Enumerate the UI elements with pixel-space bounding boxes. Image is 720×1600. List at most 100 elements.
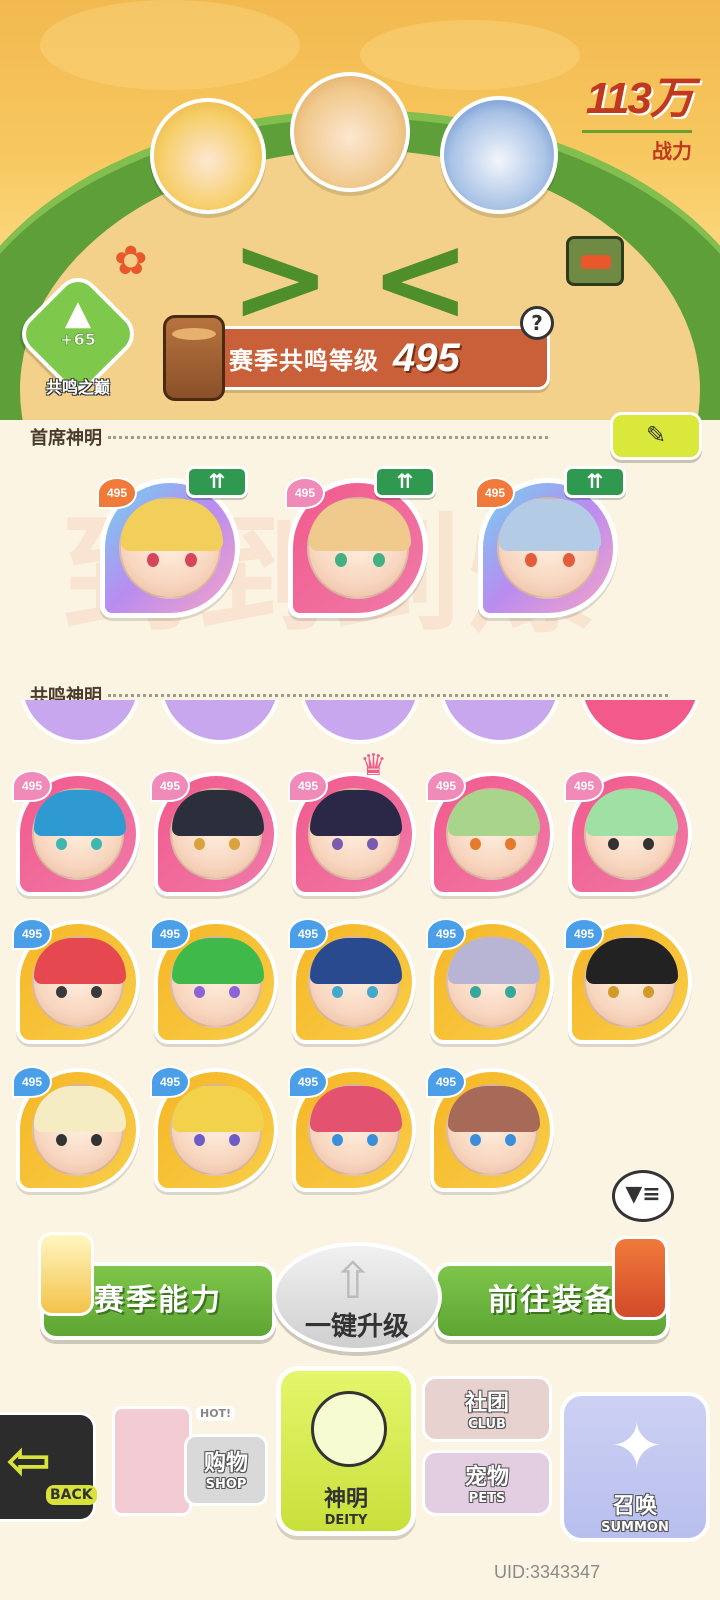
character-sprite-2[interactable] [290, 72, 410, 192]
hero-eyes [194, 986, 240, 998]
nav-deity[interactable]: 神明 DEITY [276, 1366, 416, 1536]
hero-level-badge: 495 [426, 1066, 466, 1098]
double-up-arrow-icon[interactable]: ⇈ [374, 466, 436, 498]
hero-eyes [608, 986, 654, 998]
character-sprite-1[interactable] [150, 98, 266, 214]
hero-eye [56, 986, 67, 998]
hero-level-badge: 495 [12, 1066, 52, 1098]
hero-eye [470, 838, 481, 850]
resonance-hero-card[interactable]: 495 [150, 1066, 278, 1192]
hero-eye [229, 838, 240, 850]
hero-hair [172, 790, 264, 836]
filter-icon[interactable]: ▼≡ [612, 1170, 674, 1222]
resonance-hero-card[interactable]: 495 [288, 1066, 416, 1192]
hero-eyes [147, 553, 197, 567]
hero-eye [643, 838, 654, 850]
peak-bonus: +65 [60, 330, 96, 350]
resonance-hero-card[interactable]: 495 [12, 770, 140, 896]
hero-eyes [470, 1134, 516, 1146]
chief-hero-card[interactable]: 495 [285, 477, 428, 618]
resonance-hero-card[interactable]: 495 [426, 1066, 554, 1192]
hero-portrait [446, 1084, 540, 1176]
hero-eye [505, 838, 516, 850]
hero-eye [56, 1134, 67, 1146]
chief-hero-card[interactable]: 495 [97, 477, 240, 618]
hero-portrait [170, 1084, 264, 1176]
hero-eye [185, 553, 197, 567]
hero-level-badge: 495 [150, 918, 190, 950]
hero-hair [310, 790, 402, 836]
hero-eyes [194, 1134, 240, 1146]
grid-card-partial[interactable] [298, 700, 422, 744]
hero-eyes [525, 553, 575, 567]
resonance-hero-card[interactable]: 495 [12, 918, 140, 1044]
one-click-upgrade-button[interactable]: ⇧ 一键升级 [272, 1242, 442, 1352]
resonance-hero-card[interactable]: 495 [426, 770, 554, 896]
section-chief-header: 首席神明 [30, 424, 548, 450]
hero-eyes [332, 838, 378, 850]
nav-club[interactable]: 社团 CLUB [422, 1376, 552, 1442]
hero-eye [229, 1134, 240, 1146]
user-id: UID:3343347 [494, 1562, 601, 1582]
chest-icon[interactable] [566, 236, 624, 286]
scrolled-row [0, 700, 720, 746]
chief-hero-card[interactable]: 495 [475, 477, 618, 618]
pets-label-en: PETS [468, 1491, 506, 1506]
hero-eyes [56, 1134, 102, 1146]
resonance-hero-card[interactable]: 495 [288, 918, 416, 1044]
hero-hair [34, 790, 126, 836]
resonance-hero-card[interactable]: 495 [12, 1066, 140, 1192]
character-sprite-3[interactable] [440, 96, 558, 214]
vending-machine-icon [112, 1406, 192, 1516]
hero-eye [332, 838, 343, 850]
hero-level-badge: 495 [475, 477, 515, 509]
hero-hair [586, 938, 678, 984]
dotted-divider [108, 435, 548, 439]
hero-eyes [332, 1134, 378, 1146]
mountain-icon: ▲ [64, 293, 92, 333]
hero-eye [505, 1134, 516, 1146]
shop-label-en: SHOP [205, 1477, 247, 1492]
resonance-hero-card[interactable]: 495 [150, 918, 278, 1044]
resonance-hero-card[interactable]: 495 [564, 918, 692, 1044]
club-label-cn: 社团 [464, 1391, 509, 1416]
double-up-arrow-icon[interactable]: ⇈ [564, 466, 626, 498]
hero-portrait [307, 497, 411, 599]
hero-hair [448, 790, 540, 836]
question-icon[interactable]: ? [520, 306, 554, 340]
hero-portrait [170, 788, 264, 880]
resonance-hero-card[interactable]: 495 [288, 770, 416, 896]
hero-eyes [56, 838, 102, 850]
season-resonance-level[interactable]: 赛季共鸣等级 495 [163, 315, 550, 401]
hero-level-badge: 495 [97, 477, 137, 509]
club-label-en: CLUB [468, 1417, 506, 1432]
path-arrow: > [230, 210, 331, 349]
grid-card-partial[interactable] [158, 700, 282, 744]
hero-eyes [332, 986, 378, 998]
hero-hair [34, 938, 126, 984]
summon-label-cn: 召唤 [612, 1494, 657, 1519]
nav-pets[interactable]: 宠物 PETS [422, 1450, 552, 1516]
nav-summon[interactable]: ✦ 召唤 SUMMON [560, 1392, 710, 1542]
hero-hair [448, 938, 540, 984]
grid-card-partial[interactable] [438, 700, 562, 744]
go-equip-label: 前往装备 [488, 1283, 616, 1318]
resonance-hero-card[interactable]: 495 [150, 770, 278, 896]
hero-eye [56, 838, 67, 850]
resonance-peak-badge[interactable]: ▲ +65 共鸣之巅 [12, 268, 144, 400]
hero-level-badge: 495 [12, 918, 52, 950]
peak-content: ▲ +65 [28, 296, 128, 349]
flower-icon: ✿ [114, 238, 148, 284]
hero-hair [172, 1086, 264, 1132]
grid-card-partial[interactable] [578, 700, 702, 744]
back-button[interactable]: ⇦ BACK [0, 1412, 97, 1522]
hero-portrait [497, 497, 601, 599]
pencil-icon[interactable]: ✎ [610, 412, 702, 460]
double-up-arrow-icon[interactable]: ⇈ [186, 466, 248, 498]
hero-eyes [335, 553, 385, 567]
hero-level-badge: 495 [150, 770, 190, 802]
nav-shop[interactable]: 购物 SHOP HOT! [100, 1382, 272, 1532]
grid-card-partial[interactable] [18, 700, 142, 744]
resonance-hero-card[interactable]: 495 [564, 770, 692, 896]
resonance-hero-card[interactable]: 495 [426, 918, 554, 1044]
